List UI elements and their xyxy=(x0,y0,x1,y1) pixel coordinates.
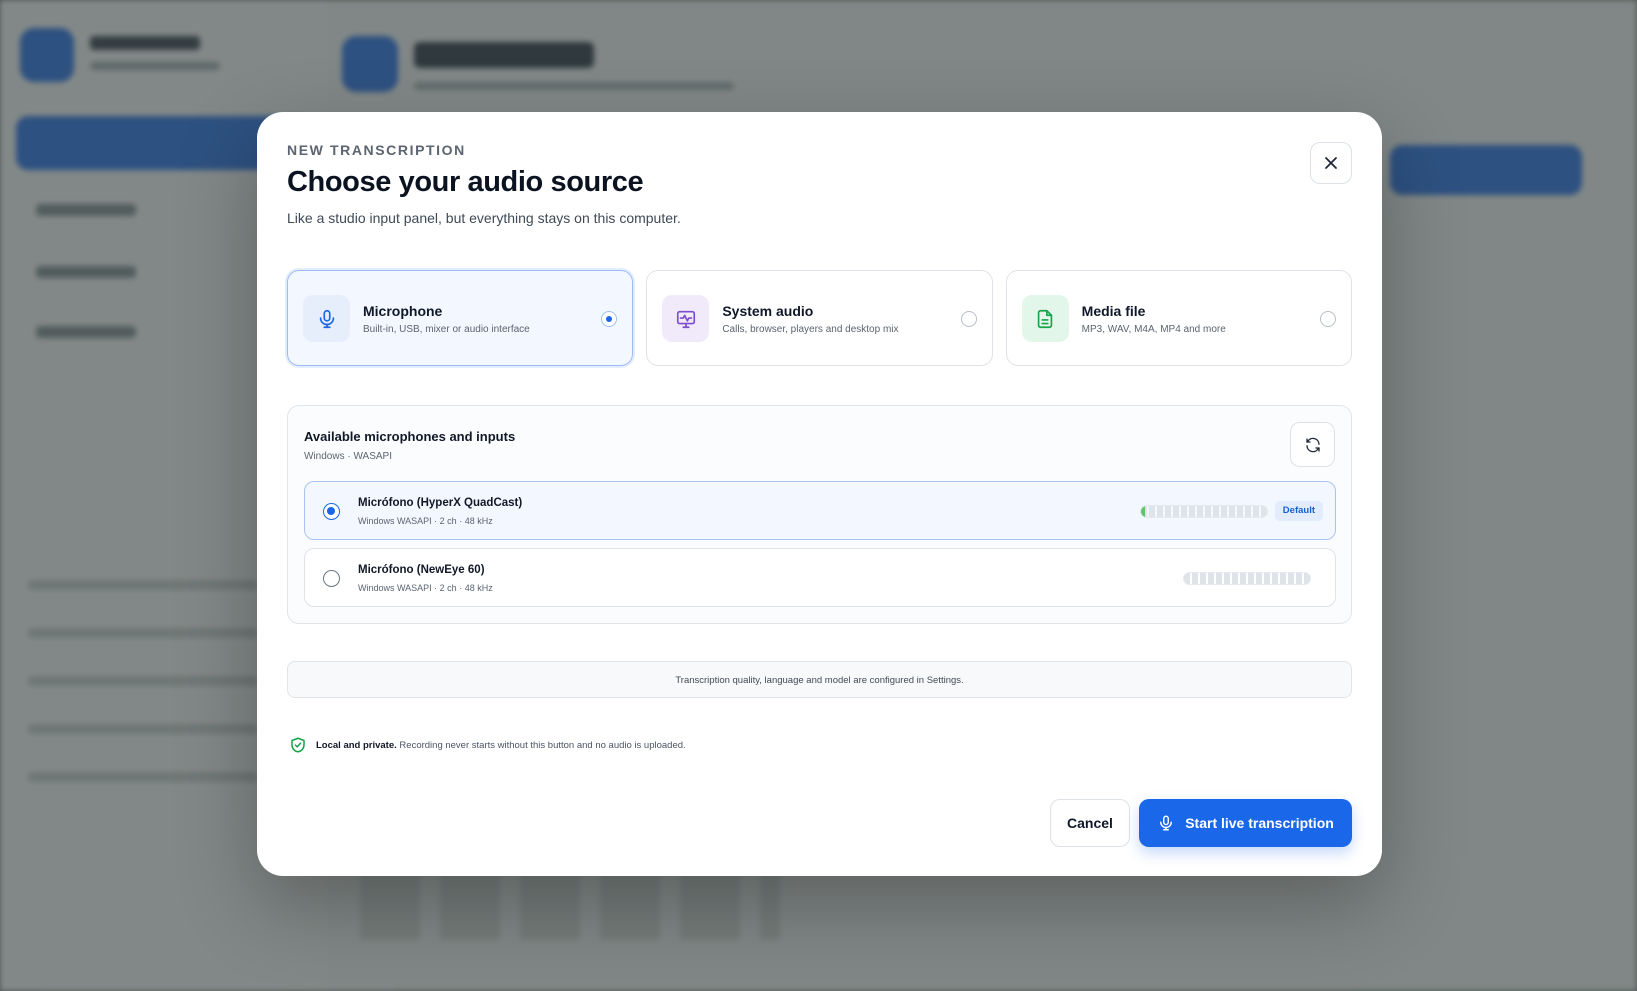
inputs-panel: Available microphones and inputs Windows… xyxy=(287,405,1352,624)
inputs-subtitle: Windows · WASAPI xyxy=(304,451,392,462)
close-button[interactable] xyxy=(1310,142,1352,184)
monitor-icon xyxy=(662,295,710,342)
source-card-media-file[interactable]: Media file MP3, WAV, M4A, MP4 and more xyxy=(1005,270,1352,366)
device-meta: Windows WASAPI · 2 ch · 48 kHz xyxy=(358,516,493,526)
shield-check-icon xyxy=(291,737,305,753)
device-name: Micrófono (HyperX QuadCast) xyxy=(358,497,523,509)
audio-source-options: Microphone Built-in, USB, mixer or audio… xyxy=(287,270,1352,366)
source-radio-system-audio[interactable] xyxy=(960,311,977,327)
microphone-icon xyxy=(303,295,350,342)
source-radio-media-file[interactable] xyxy=(1319,311,1336,327)
privacy-text: Recording never starts without this butt… xyxy=(399,739,686,751)
privacy-note: Local and private. Recording never start… xyxy=(289,736,686,754)
refresh-devices-button[interactable] xyxy=(1290,422,1335,467)
close-icon xyxy=(1325,157,1337,169)
device-name: Micrófono (NewEye 60) xyxy=(358,564,485,576)
privacy-bold: Local and private. xyxy=(316,739,397,751)
source-description: Calls, browser, players and desktop mix xyxy=(722,324,899,335)
default-badge: Default xyxy=(1274,501,1323,521)
source-name: System audio xyxy=(722,303,814,319)
dialog-subtitle: Like a studio input panel, but everythin… xyxy=(287,210,681,226)
cancel-button[interactable]: Cancel xyxy=(1050,799,1130,847)
source-card-system-audio[interactable]: System audio Calls, browser, players and… xyxy=(646,270,993,366)
inputs-title: Available microphones and inputs xyxy=(304,429,516,444)
dialog-eyebrow: NEW TRANSCRIPTION xyxy=(287,142,466,158)
new-transcription-dialog: NEW TRANSCRIPTION Choose your audio sour… xyxy=(257,112,1382,876)
microphone-icon xyxy=(1160,815,1173,831)
source-description: Built-in, USB, mixer or audio interface xyxy=(363,324,530,335)
source-card-microphone[interactable]: Microphone Built-in, USB, mixer or audio… xyxy=(287,270,634,366)
device-row-neweye-60[interactable]: Micrófono (NewEye 60) Windows WASAPI · 2… xyxy=(304,548,1336,607)
input-level-fill xyxy=(1141,506,1145,517)
dialog-title: Choose your audio source xyxy=(287,166,644,198)
device-row-hyperx-quadcast[interactable]: Micrófono (HyperX QuadCast) Windows WASA… xyxy=(304,481,1336,540)
start-button-label: Start live transcription xyxy=(1185,815,1334,831)
file-icon xyxy=(1021,295,1069,342)
source-radio-microphone[interactable] xyxy=(601,311,618,327)
device-radio[interactable] xyxy=(323,570,340,587)
settings-note: Transcription quality, language and mode… xyxy=(287,661,1352,698)
device-radio[interactable] xyxy=(323,503,340,520)
input-level-meter xyxy=(1183,572,1311,585)
source-name: Microphone xyxy=(363,303,443,319)
device-meta: Windows WASAPI · 2 ch · 48 kHz xyxy=(358,583,493,593)
input-level-meter xyxy=(1140,505,1268,518)
source-name: Media file xyxy=(1081,303,1146,319)
refresh-icon xyxy=(1305,437,1320,452)
source-description: MP3, WAV, M4A, MP4 and more xyxy=(1081,324,1226,335)
start-live-transcription-button[interactable]: Start live transcription xyxy=(1139,799,1352,847)
